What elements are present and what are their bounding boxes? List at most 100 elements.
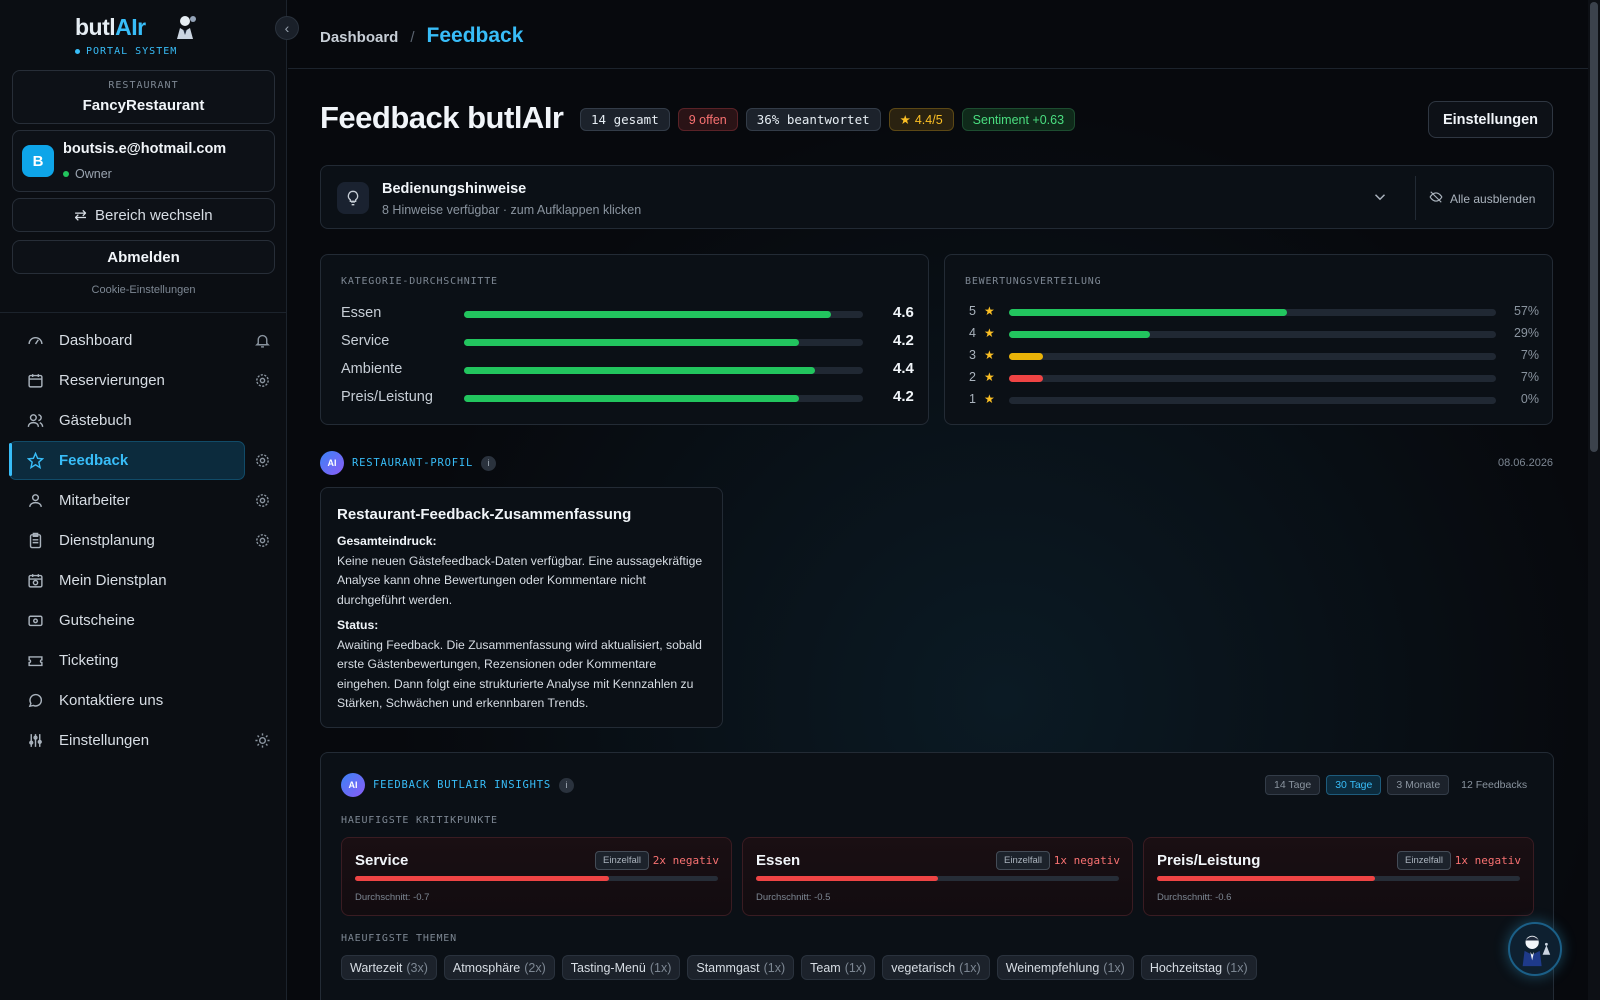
rating-distribution-label: BEWERTUNGSVERTEILUNG [965,276,1102,287]
theme-tag[interactable]: Weinempfehlung (1x) [996,955,1134,980]
insights-card: AI FEEDBACK BUTLAIR INSIGHTS i 14 Tage 3… [320,752,1554,1000]
page-scrollbar[interactable] [1588,0,1600,1000]
main-content: Dashboard / Feedback Feedback butlAIr 14… [288,0,1588,1000]
feedback-count: 12 Feedbacks [1461,779,1528,791]
theme-tag[interactable]: Atmosphäre (2x) [443,955,555,980]
swap-icon: ⇄ [74,207,87,224]
star-icon [27,451,44,469]
category-bar [464,367,863,374]
range-14-days[interactable]: 14 Tage [1265,775,1321,795]
theme-tag[interactable]: Stammgast (1x) [687,955,795,980]
avatar: B [22,145,54,177]
gear-icon[interactable] [254,452,271,469]
insights-header: AI FEEDBACK BUTLAIR INSIGHTS i [341,773,575,797]
distribution-row: 2 ★ 7% [969,370,1539,384]
rating-badge: ★ 4.4/5 [888,108,954,131]
themes-section-label: HAEUFIGSTE THEMEN [341,933,457,944]
hints-panel[interactable]: Bedienungshinweise 8 Hinweise verfügbar … [320,165,1554,229]
feedback-summary-card: Restaurant-Feedback-Zusammenfassung Gesa… [320,487,723,728]
brand-name: butlAIr [75,14,146,40]
restaurant-name: FancyRestaurant [82,97,205,114]
switch-area-button[interactable]: ⇄ Bereich wechseln [12,198,275,232]
sidebar-item-einstellungen[interactable]: Einstellungen [0,720,287,760]
butler-logo-icon [172,14,198,40]
breadcrumb-dashboard[interactable]: Dashboard [320,29,398,46]
sidebar-item-reservierungen[interactable]: Reservierungen [0,360,287,400]
breadcrumb-current: Feedback [426,24,524,47]
chatbot-button[interactable] [1508,922,1562,976]
critique-card[interactable]: Preis/Leistung Einzelfall 1x negativ Dur… [1143,837,1534,916]
topbar: Dashboard / Feedback [288,0,1588,69]
answered-badge: 36% beantwortet [745,108,881,131]
sidebar-item-feedback[interactable]: Feedback [0,440,287,480]
breadcrumb: Dashboard / Feedback [320,24,523,48]
theme-tag[interactable]: Team (1x) [801,955,876,980]
category-bar [464,395,863,402]
sidebar-item-kontakt[interactable]: Kontaktiere uns [0,680,287,720]
star-icon: ★ [984,326,995,340]
critique-card[interactable]: Service Einzelfall 2x negativ Durchschni… [341,837,732,916]
theme-tag[interactable]: Tasting-Menü (1x) [561,955,681,980]
clipboard-icon [27,532,44,549]
sidebar-item-mein-dienstplan[interactable]: Mein Dienstplan [0,560,287,600]
theme-tag[interactable]: Wartezeit (3x) [341,955,437,980]
hide-all-hints-button[interactable]: Alle ausblenden [1429,190,1535,207]
user-role: Owner [63,167,112,181]
category-row: Essen 4.6 [341,304,914,321]
butler-bot-icon [1522,935,1551,967]
star-icon: ★ [984,304,995,318]
info-icon[interactable]: i [481,455,497,471]
gear-icon[interactable] [254,532,271,549]
category-averages-label: KATEGORIE-DURCHSCHNITTE [341,276,498,287]
chevron-left-icon: ‹ [284,20,290,36]
user-card[interactable]: B boutsis.e@hotmail.com Owner [12,130,275,192]
stats-badges: 14 gesamt 9 offen 36% beantwortet ★ 4.4/5… [580,108,1076,131]
sidebar-item-gutscheine[interactable]: Gutscheine [0,600,287,640]
ai-badge: AI [320,451,344,475]
sidebar-item-dienstplanung[interactable]: Dienstplanung [0,520,287,560]
ticket-icon [27,652,44,669]
collapse-sidebar-button[interactable]: ‹ [275,16,299,40]
critique-card[interactable]: Essen Einzelfall 1x negativ Durchschnitt… [742,837,1133,916]
gear-icon[interactable] [254,372,271,389]
sidebar-item-gaestebuch[interactable]: Gästebuch [0,400,287,440]
sliders-icon [27,732,44,749]
restaurant-selector[interactable]: RESTAURANT FancyRestaurant [12,70,275,124]
sidebar-item-mitarbeiter[interactable]: Mitarbeiter [0,480,287,520]
category-row: Service 4.2 [341,332,914,349]
hints-title: Bedienungshinweise [382,181,527,197]
category-bar [464,339,863,346]
bell-icon[interactable] [254,332,271,349]
gear-icon[interactable] [254,492,271,509]
open-badge: 9 offen [677,108,738,131]
range-30-days[interactable]: 30 Tage [1326,775,1382,795]
chat-icon [27,692,44,709]
profile-date: 08.06.2026 [1498,457,1554,469]
logout-button[interactable]: Abmelden [12,240,275,274]
restaurant-profile-header: AI RESTAURANT-PROFIL i [320,451,497,475]
sun-icon[interactable] [254,732,271,749]
ai-badge: AI [341,773,365,797]
info-icon[interactable]: i [559,777,575,793]
category-row: Preis/Leistung 4.2 [341,388,914,405]
chevron-down-icon[interactable] [1371,188,1389,206]
brand-subtitle: PORTAL SYSTEM [75,46,177,57]
range-3-months[interactable]: 3 Monate [1387,775,1450,795]
time-range-selector: 14 Tage 30 Tage 3 Monate 12 Feedbacks [1265,775,1527,795]
brand[interactable]: butlAIr PORTAL SYSTEM [75,14,177,57]
settings-button[interactable]: Einstellungen [1428,101,1553,138]
gauge-icon [27,332,44,349]
scrollbar-thumb[interactable] [1590,2,1598,452]
hints-subtitle: 8 Hinweise verfügbar · zum Aufklappen kl… [382,203,642,217]
user-icon [27,492,44,509]
theme-tag[interactable]: Hochzeitstag (1x) [1140,955,1257,980]
theme-tag[interactable]: vegetarisch (1x) [882,955,990,980]
restaurant-profile-label: RESTAURANT-PROFIL [352,457,474,469]
sidebar-item-dashboard[interactable]: Dashboard [0,320,287,360]
sidebar-item-ticketing[interactable]: Ticketing [0,640,287,680]
online-status-dot [63,171,69,177]
star-icon: ★ [984,370,995,384]
rating-distribution-card: BEWERTUNGSVERTEILUNG 5 ★ 57% 4 ★ 29% 3 ★ 7%… [944,254,1553,425]
eye-off-icon [1429,190,1443,207]
cookie-settings-link[interactable]: Cookie-Einstellungen [0,284,287,296]
